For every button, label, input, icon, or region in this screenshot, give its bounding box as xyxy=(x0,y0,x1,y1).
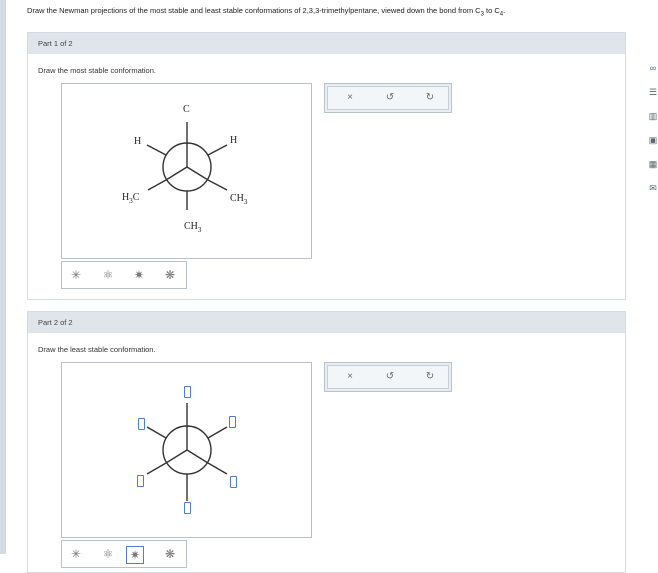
newman-flip-icon[interactable]: ❋ xyxy=(162,546,178,562)
part-2-header: Part 2 of 2 xyxy=(28,312,625,333)
part-1-drawing-canvas[interactable]: C H H H3C CH3 CH3 xyxy=(61,83,312,259)
rear-bond-upper-right xyxy=(207,426,228,439)
redo-icon[interactable]: ↻ xyxy=(422,90,438,106)
part-2-prompt: Draw the least stable conformation. xyxy=(38,345,156,354)
label-right-ch3: CH3 xyxy=(230,193,248,206)
part-2-template-tools: ✳ ⚛ ✷ ❋ xyxy=(61,540,187,568)
newman-flip-icon[interactable]: ❋ xyxy=(162,267,178,283)
label-top-c: C xyxy=(183,104,190,115)
newman-eclipsed-icon[interactable]: ✷ xyxy=(131,267,147,283)
newman-rotate-icon[interactable]: ⚛ xyxy=(100,546,116,562)
part-1-action-toolbar: × ↺ ↻ xyxy=(324,83,452,113)
part-2-panel: Part 2 of 2 Draw the least stable confor… xyxy=(27,311,626,573)
front-bond-right xyxy=(186,449,209,464)
part-1-header: Part 1 of 2 xyxy=(28,33,625,54)
part-1-template-tools: ✳ ⚛ ✷ ❋ xyxy=(61,261,187,289)
empty-slot-upper-left[interactable] xyxy=(138,418,145,430)
front-bond-left xyxy=(165,449,188,464)
newman-staggered-icon[interactable]: ✳ xyxy=(68,267,84,283)
bond-to-lower-right-slot xyxy=(207,462,228,475)
chart-icon[interactable]: ▥ xyxy=(648,111,658,122)
left-scroll-rail xyxy=(0,0,6,554)
table-icon[interactable]: ▦ xyxy=(648,159,658,170)
bond-to-lower-left-slot xyxy=(146,462,167,475)
redo-icon[interactable]: ↻ xyxy=(422,369,438,385)
bond-to-h3c xyxy=(147,179,167,191)
label-top-left-h: H xyxy=(134,136,142,147)
rear-bond-right-h xyxy=(207,144,228,156)
empty-slot-upper-right[interactable] xyxy=(229,416,236,428)
question-text: Draw the Newman projections of the most … xyxy=(27,6,506,18)
mail-icon[interactable]: ✉ xyxy=(648,183,658,194)
label-top-right-h: H xyxy=(230,135,238,146)
part-1-panel: Part 1 of 2 Draw the most stable conform… xyxy=(27,32,626,300)
empty-slot-top[interactable] xyxy=(184,386,191,398)
rear-bond-left-h xyxy=(146,144,167,156)
part-2-action-toolbar: × ↺ ↻ xyxy=(324,362,452,392)
image-icon[interactable]: ▣ xyxy=(648,135,658,146)
part-1-prompt: Draw the most stable conformation. xyxy=(38,66,156,75)
part-2-drawing-canvas[interactable] xyxy=(61,362,312,538)
empty-slot-lower-right[interactable] xyxy=(230,476,237,488)
infinity-icon[interactable]: ∞ xyxy=(648,63,658,74)
document-icon[interactable]: ☰ xyxy=(648,87,658,98)
bond-to-right-ch3 xyxy=(207,179,228,191)
rear-bond-upper-left xyxy=(146,426,167,439)
front-bond-left xyxy=(165,166,188,181)
close-icon[interactable]: × xyxy=(342,369,358,385)
empty-slot-bottom[interactable] xyxy=(184,502,191,514)
newman-staggered-icon[interactable]: ✳ xyxy=(68,546,84,562)
newman-rotate-icon[interactable]: ⚛ xyxy=(100,267,116,283)
undo-icon[interactable]: ↺ xyxy=(382,90,398,106)
undo-icon[interactable]: ↺ xyxy=(382,369,398,385)
empty-slot-lower-left[interactable] xyxy=(137,475,144,487)
newman-eclipsed-icon[interactable]: ✷ xyxy=(126,546,144,564)
label-left-h3c: H3C xyxy=(122,192,140,205)
front-bond-right xyxy=(186,166,209,181)
label-bottom-ch3: CH3 xyxy=(184,221,202,234)
close-icon[interactable]: × xyxy=(342,90,358,106)
